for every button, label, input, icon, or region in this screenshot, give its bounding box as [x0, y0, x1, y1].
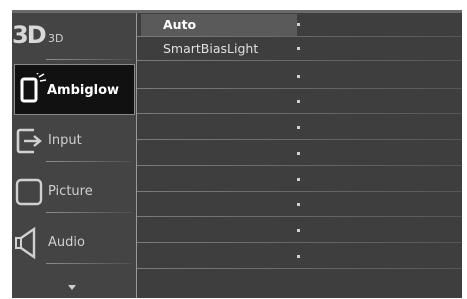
row-divider	[137, 165, 462, 166]
row-dot	[297, 100, 300, 103]
menu-item-3d[interactable]: 3D 3D	[12, 13, 136, 64]
row-divider	[137, 191, 462, 192]
input-icon	[14, 122, 46, 158]
divider	[46, 212, 132, 213]
main-menu-panel: 3D 3D Ambiglow Input Picture Audio	[12, 13, 136, 298]
empty-row	[137, 193, 462, 217]
row-divider	[137, 139, 462, 140]
option-smartbiaslight-label: SmartBiasLight	[163, 41, 259, 56]
menu-item-picture[interactable]: Picture	[12, 166, 136, 217]
empty-row	[137, 65, 462, 89]
row-dot	[297, 126, 300, 129]
menu-item-audio[interactable]: Audio	[12, 217, 136, 268]
row-dot	[297, 75, 300, 78]
row-dot	[297, 203, 300, 206]
row-divider	[137, 60, 462, 61]
chevron-down-icon[interactable]	[68, 285, 76, 290]
empty-row	[137, 116, 462, 140]
row-dot	[297, 23, 300, 26]
row-divider	[137, 88, 462, 89]
menu-item-3d-label: 3D	[48, 32, 64, 45]
audio-icon	[14, 224, 46, 260]
menu-item-input-label: Input	[48, 133, 82, 148]
row-divider	[137, 216, 462, 217]
osd-menu: 3D 3D Ambiglow Input Picture Audio Auto …	[12, 10, 462, 298]
row-divider	[137, 268, 462, 269]
empty-row	[137, 90, 462, 114]
row-dot	[297, 47, 300, 50]
picture-icon	[14, 173, 46, 209]
divider	[46, 161, 132, 162]
empty-row	[137, 219, 462, 243]
empty-row	[137, 245, 462, 269]
row-dot	[297, 255, 300, 258]
menu-item-audio-label: Audio	[48, 235, 85, 250]
divider	[46, 59, 132, 60]
option-smartbiaslight[interactable]: SmartBiasLight	[137, 37, 462, 61]
row-dot	[297, 152, 300, 155]
row-divider	[137, 113, 462, 114]
3d-icon: 3D	[12, 21, 47, 49]
menu-item-input[interactable]: Input	[12, 115, 136, 166]
row-dot	[297, 229, 300, 232]
option-auto-label: Auto	[163, 17, 197, 32]
row-divider	[137, 242, 462, 243]
menu-item-ambiglow-label: Ambiglow	[47, 83, 120, 98]
empty-row	[137, 168, 462, 192]
row-dot	[297, 178, 300, 181]
empty-row	[137, 142, 462, 166]
menu-item-ambiglow[interactable]: Ambiglow	[14, 64, 135, 115]
divider	[46, 263, 132, 264]
menu-item-picture-label: Picture	[48, 184, 93, 199]
option-auto[interactable]: Auto	[137, 13, 462, 37]
